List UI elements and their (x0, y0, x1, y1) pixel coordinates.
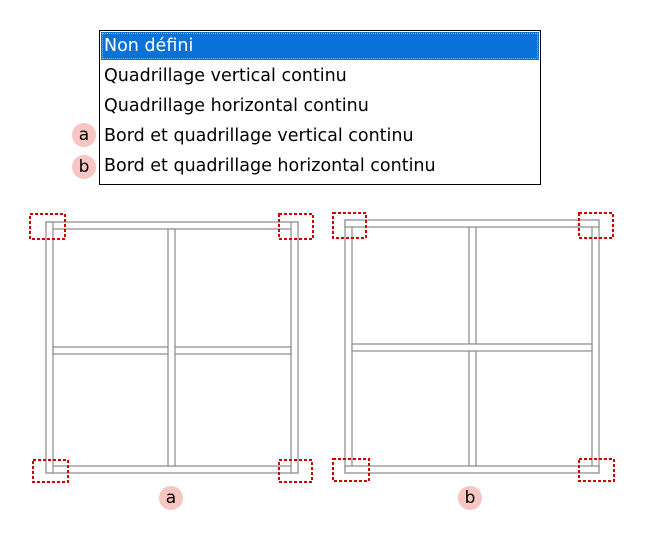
figure-a-left-border (45, 221, 54, 474)
figure-b-center-bar-top (468, 226, 477, 345)
figure-b-top-border (344, 219, 600, 228)
figure-a-top-border (45, 221, 299, 230)
figure-b-mid-bar (351, 343, 593, 352)
marker-a-figure: a (159, 486, 183, 510)
figure-a-frame (45, 221, 299, 474)
figure-a-right-border (290, 221, 299, 474)
marker-b-figure: b (458, 486, 482, 510)
figure-b-right-border (591, 219, 600, 474)
figure-a-bottom-border (45, 465, 299, 474)
figure-b-left-border (344, 219, 353, 474)
figure-a-center-bar (167, 228, 176, 467)
figure-b-bottom-border (344, 465, 600, 474)
figure-b-frame (344, 219, 600, 474)
figure-b-center-bar-bottom (468, 350, 477, 467)
grid-illustrations (29, 212, 615, 483)
